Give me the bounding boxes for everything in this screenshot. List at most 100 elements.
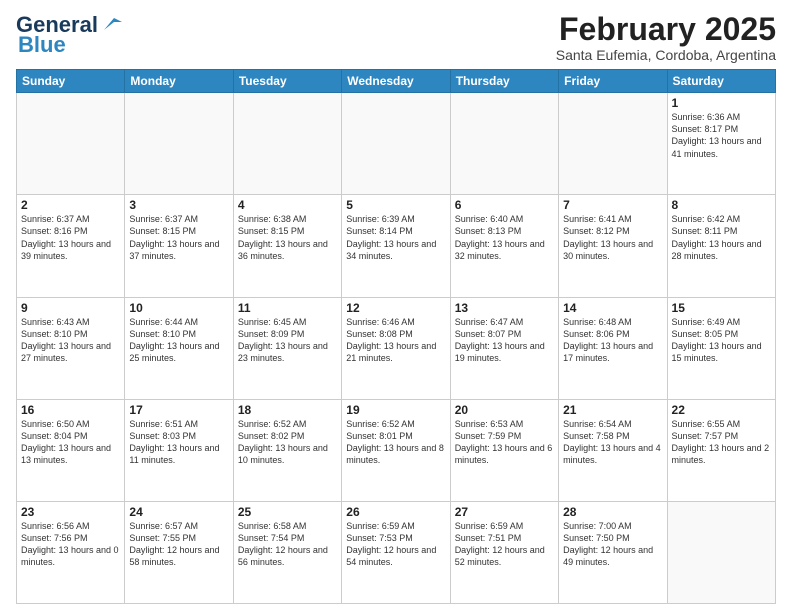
table-row: 27Sunrise: 6:59 AM Sunset: 7:51 PM Dayli… — [450, 501, 558, 603]
day-info: Sunrise: 6:46 AM Sunset: 8:08 PM Dayligh… — [346, 316, 445, 365]
table-row — [667, 501, 775, 603]
table-row — [233, 93, 341, 195]
table-row: 25Sunrise: 6:58 AM Sunset: 7:54 PM Dayli… — [233, 501, 341, 603]
day-number: 24 — [129, 505, 228, 519]
table-row: 20Sunrise: 6:53 AM Sunset: 7:59 PM Dayli… — [450, 399, 558, 501]
calendar-week-row: 1Sunrise: 6:36 AM Sunset: 8:17 PM Daylig… — [17, 93, 776, 195]
day-info: Sunrise: 6:57 AM Sunset: 7:55 PM Dayligh… — [129, 520, 228, 569]
logo-bird-icon — [100, 12, 122, 34]
calendar-week-row: 16Sunrise: 6:50 AM Sunset: 8:04 PM Dayli… — [17, 399, 776, 501]
day-info: Sunrise: 6:45 AM Sunset: 8:09 PM Dayligh… — [238, 316, 337, 365]
table-row: 9Sunrise: 6:43 AM Sunset: 8:10 PM Daylig… — [17, 297, 125, 399]
calendar-week-row: 23Sunrise: 6:56 AM Sunset: 7:56 PM Dayli… — [17, 501, 776, 603]
table-row: 13Sunrise: 6:47 AM Sunset: 8:07 PM Dayli… — [450, 297, 558, 399]
col-sunday: Sunday — [17, 70, 125, 93]
day-number: 15 — [672, 301, 771, 315]
table-row — [342, 93, 450, 195]
table-row: 15Sunrise: 6:49 AM Sunset: 8:05 PM Dayli… — [667, 297, 775, 399]
day-info: Sunrise: 6:50 AM Sunset: 8:04 PM Dayligh… — [21, 418, 120, 467]
day-number: 5 — [346, 198, 445, 212]
col-saturday: Saturday — [667, 70, 775, 93]
day-number: 6 — [455, 198, 554, 212]
table-row — [559, 93, 667, 195]
day-info: Sunrise: 7:00 AM Sunset: 7:50 PM Dayligh… — [563, 520, 662, 569]
day-info: Sunrise: 6:49 AM Sunset: 8:05 PM Dayligh… — [672, 316, 771, 365]
day-number: 22 — [672, 403, 771, 417]
day-number: 16 — [21, 403, 120, 417]
table-row: 5Sunrise: 6:39 AM Sunset: 8:14 PM Daylig… — [342, 195, 450, 297]
table-row: 22Sunrise: 6:55 AM Sunset: 7:57 PM Dayli… — [667, 399, 775, 501]
day-info: Sunrise: 6:47 AM Sunset: 8:07 PM Dayligh… — [455, 316, 554, 365]
day-info: Sunrise: 6:53 AM Sunset: 7:59 PM Dayligh… — [455, 418, 554, 467]
table-row — [125, 93, 233, 195]
calendar-week-row: 9Sunrise: 6:43 AM Sunset: 8:10 PM Daylig… — [17, 297, 776, 399]
table-row: 11Sunrise: 6:45 AM Sunset: 8:09 PM Dayli… — [233, 297, 341, 399]
day-number: 12 — [346, 301, 445, 315]
day-number: 2 — [21, 198, 120, 212]
day-info: Sunrise: 6:48 AM Sunset: 8:06 PM Dayligh… — [563, 316, 662, 365]
day-number: 10 — [129, 301, 228, 315]
table-row: 10Sunrise: 6:44 AM Sunset: 8:10 PM Dayli… — [125, 297, 233, 399]
col-thursday: Thursday — [450, 70, 558, 93]
calendar-week-row: 2Sunrise: 6:37 AM Sunset: 8:16 PM Daylig… — [17, 195, 776, 297]
table-row: 1Sunrise: 6:36 AM Sunset: 8:17 PM Daylig… — [667, 93, 775, 195]
day-info: Sunrise: 6:39 AM Sunset: 8:14 PM Dayligh… — [346, 213, 445, 262]
day-number: 1 — [672, 96, 771, 110]
day-number: 17 — [129, 403, 228, 417]
col-tuesday: Tuesday — [233, 70, 341, 93]
table-row: 14Sunrise: 6:48 AM Sunset: 8:06 PM Dayli… — [559, 297, 667, 399]
day-info: Sunrise: 6:37 AM Sunset: 8:16 PM Dayligh… — [21, 213, 120, 262]
calendar-title: February 2025 — [556, 12, 776, 47]
day-info: Sunrise: 6:43 AM Sunset: 8:10 PM Dayligh… — [21, 316, 120, 365]
calendar-header-row: Sunday Monday Tuesday Wednesday Thursday… — [17, 70, 776, 93]
table-row: 17Sunrise: 6:51 AM Sunset: 8:03 PM Dayli… — [125, 399, 233, 501]
day-info: Sunrise: 6:36 AM Sunset: 8:17 PM Dayligh… — [672, 111, 771, 160]
day-number: 4 — [238, 198, 337, 212]
day-info: Sunrise: 6:59 AM Sunset: 7:51 PM Dayligh… — [455, 520, 554, 569]
table-row: 28Sunrise: 7:00 AM Sunset: 7:50 PM Dayli… — [559, 501, 667, 603]
day-number: 18 — [238, 403, 337, 417]
calendar-subtitle: Santa Eufemia, Cordoba, Argentina — [556, 47, 776, 63]
day-info: Sunrise: 6:52 AM Sunset: 8:02 PM Dayligh… — [238, 418, 337, 467]
table-row: 8Sunrise: 6:42 AM Sunset: 8:11 PM Daylig… — [667, 195, 775, 297]
table-row — [17, 93, 125, 195]
day-number: 26 — [346, 505, 445, 519]
day-number: 23 — [21, 505, 120, 519]
col-monday: Monday — [125, 70, 233, 93]
day-info: Sunrise: 6:42 AM Sunset: 8:11 PM Dayligh… — [672, 213, 771, 262]
table-row: 26Sunrise: 6:59 AM Sunset: 7:53 PM Dayli… — [342, 501, 450, 603]
day-info: Sunrise: 6:55 AM Sunset: 7:57 PM Dayligh… — [672, 418, 771, 467]
day-number: 14 — [563, 301, 662, 315]
day-number: 25 — [238, 505, 337, 519]
calendar-table: Sunday Monday Tuesday Wednesday Thursday… — [16, 69, 776, 604]
day-number: 13 — [455, 301, 554, 315]
day-number: 9 — [21, 301, 120, 315]
day-number: 20 — [455, 403, 554, 417]
table-row: 24Sunrise: 6:57 AM Sunset: 7:55 PM Dayli… — [125, 501, 233, 603]
logo-blue: Blue — [18, 32, 66, 58]
table-row: 4Sunrise: 6:38 AM Sunset: 8:15 PM Daylig… — [233, 195, 341, 297]
day-info: Sunrise: 6:56 AM Sunset: 7:56 PM Dayligh… — [21, 520, 120, 569]
day-number: 21 — [563, 403, 662, 417]
table-row: 23Sunrise: 6:56 AM Sunset: 7:56 PM Dayli… — [17, 501, 125, 603]
logo: General Blue — [16, 12, 122, 58]
table-row: 7Sunrise: 6:41 AM Sunset: 8:12 PM Daylig… — [559, 195, 667, 297]
table-row: 3Sunrise: 6:37 AM Sunset: 8:15 PM Daylig… — [125, 195, 233, 297]
day-number: 27 — [455, 505, 554, 519]
day-number: 3 — [129, 198, 228, 212]
day-info: Sunrise: 6:51 AM Sunset: 8:03 PM Dayligh… — [129, 418, 228, 467]
table-row: 21Sunrise: 6:54 AM Sunset: 7:58 PM Dayli… — [559, 399, 667, 501]
day-info: Sunrise: 6:41 AM Sunset: 8:12 PM Dayligh… — [563, 213, 662, 262]
header: General Blue February 2025 Santa Eufemia… — [16, 12, 776, 63]
table-row: 19Sunrise: 6:52 AM Sunset: 8:01 PM Dayli… — [342, 399, 450, 501]
table-row: 6Sunrise: 6:40 AM Sunset: 8:13 PM Daylig… — [450, 195, 558, 297]
day-number: 7 — [563, 198, 662, 212]
table-row — [450, 93, 558, 195]
day-info: Sunrise: 6:59 AM Sunset: 7:53 PM Dayligh… — [346, 520, 445, 569]
col-friday: Friday — [559, 70, 667, 93]
table-row: 18Sunrise: 6:52 AM Sunset: 8:02 PM Dayli… — [233, 399, 341, 501]
title-block: February 2025 Santa Eufemia, Cordoba, Ar… — [556, 12, 776, 63]
day-number: 28 — [563, 505, 662, 519]
day-info: Sunrise: 6:52 AM Sunset: 8:01 PM Dayligh… — [346, 418, 445, 467]
day-info: Sunrise: 6:58 AM Sunset: 7:54 PM Dayligh… — [238, 520, 337, 569]
